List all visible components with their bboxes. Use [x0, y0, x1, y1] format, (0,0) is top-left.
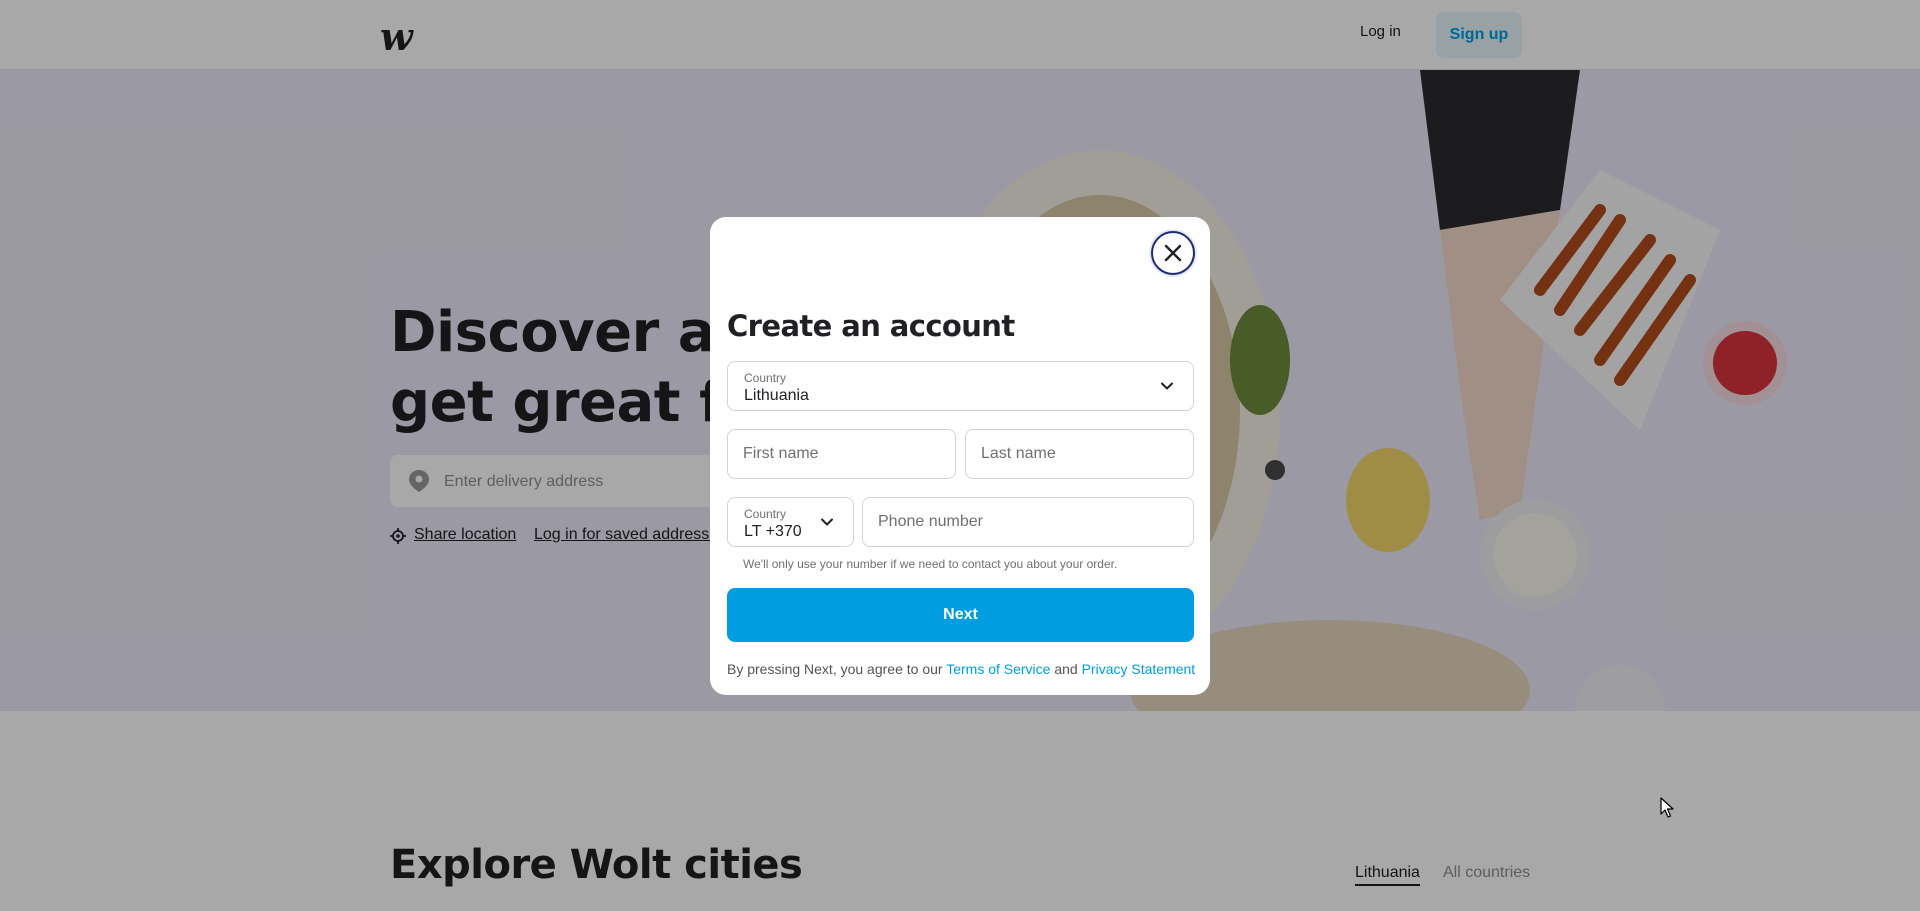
phone-country-value: LT +370 — [744, 523, 802, 540]
privacy-statement-link[interactable]: Privacy Statement — [1082, 661, 1196, 677]
chevron-down-icon — [821, 518, 833, 526]
phone-country-select[interactable]: Country LT +370 — [727, 497, 854, 547]
first-name-field — [727, 429, 956, 479]
terms-text: By pressing Next, you agree to our Terms… — [727, 661, 1195, 677]
close-icon — [1164, 244, 1182, 262]
country-select[interactable]: Country Lithuania — [727, 361, 1194, 411]
terms-and: and — [1050, 661, 1082, 677]
last-name-input[interactable] — [966, 430, 1193, 478]
modal-title: Create an account — [727, 309, 1015, 343]
create-account-modal: Create an account Country Lithuania Coun… — [710, 217, 1210, 695]
phone-country-label: Country — [744, 507, 787, 521]
phone-number-input[interactable] — [863, 498, 1193, 546]
terms-prefix: By pressing Next, you agree to our — [727, 661, 947, 677]
next-button[interactable]: Next — [727, 588, 1194, 642]
chevron-down-icon — [1161, 382, 1173, 390]
terms-of-service-link[interactable]: Terms of Service — [946, 661, 1050, 677]
phone-number-field — [862, 497, 1194, 547]
mouse-cursor-icon — [1660, 797, 1674, 818]
phone-hint: We'll only use your number if we need to… — [743, 557, 1118, 571]
country-select-label: Country — [744, 371, 787, 385]
country-select-value: Lithuania — [744, 387, 809, 404]
first-name-input[interactable] — [728, 430, 955, 478]
last-name-field — [965, 429, 1194, 479]
close-button[interactable] — [1151, 231, 1195, 275]
